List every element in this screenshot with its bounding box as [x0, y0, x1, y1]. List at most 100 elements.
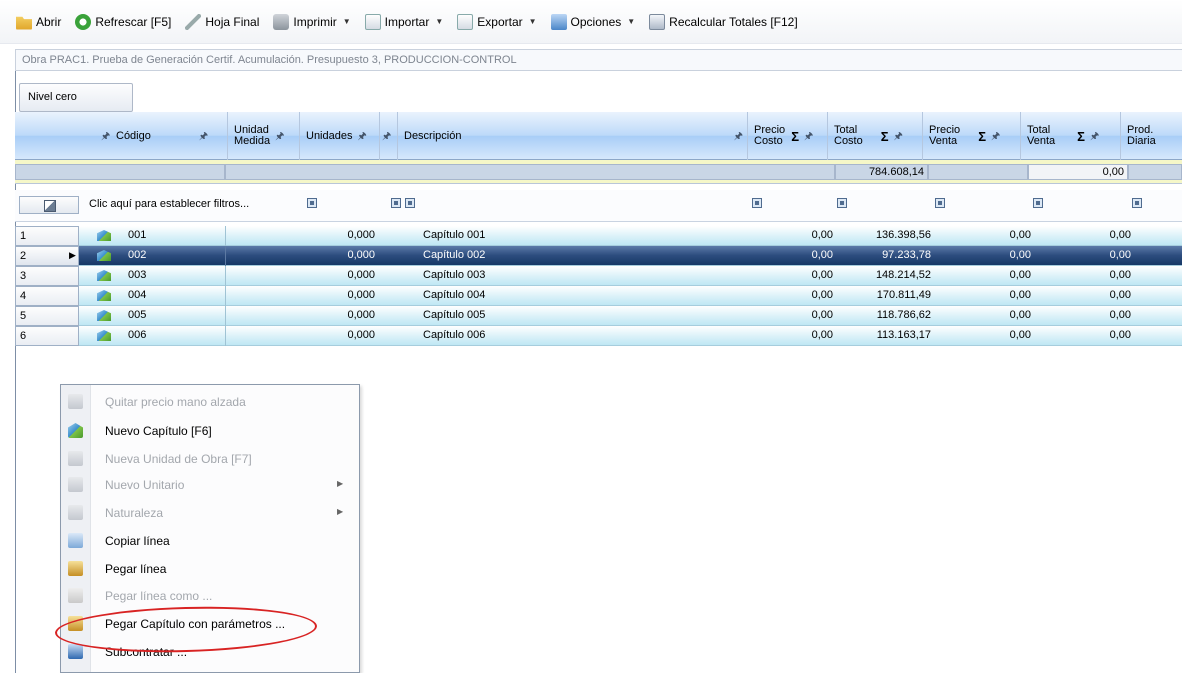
cell-precio-costo[interactable]: 0,00 [785, 289, 833, 301]
pin-icon[interactable]: 🖈 [275, 131, 284, 142]
header-descripcion[interactable]: Descripción 🖈 [398, 112, 748, 160]
cell-codigo[interactable]: 001 [128, 229, 146, 241]
table-row-selected[interactable]: 2 ▶ 002 0,000 Capítulo 002 0,00 97.233,7… [15, 246, 1182, 266]
cell-descripcion[interactable]: Capítulo 002 [423, 249, 485, 261]
cell-total-costo[interactable]: 148.214,52 [845, 269, 931, 281]
refresh-button[interactable]: Refrescar [F5] [71, 12, 175, 32]
table-row[interactable]: 6 006 0,000 Capítulo 006 0,00 113.163,17… [15, 326, 1182, 346]
pin-icon[interactable]: 🖈 [734, 131, 743, 142]
level-zero-button[interactable]: Nivel cero [19, 83, 133, 112]
menu-item-pegar-linea[interactable]: Pegar línea [61, 558, 359, 580]
cell-descripcion[interactable]: Capítulo 006 [423, 329, 485, 341]
cell-total-venta[interactable]: 0,00 [1083, 249, 1131, 261]
cell-unidades[interactable]: 0,000 [320, 329, 375, 341]
header-prod-diaria[interactable]: Prod. Diaria [1121, 112, 1182, 160]
cell-precio-costo[interactable]: 0,00 [785, 329, 833, 341]
filter-box-icon[interactable] [391, 198, 401, 208]
cell-precio-costo[interactable]: 0,00 [785, 249, 833, 261]
row-number[interactable]: 1 [15, 226, 79, 246]
cell-unidades[interactable]: 0,000 [320, 249, 375, 261]
menu-item-pegar-capitulo-parametros[interactable]: Pegar Capítulo con parámetros ... [61, 613, 359, 635]
header-codigo[interactable]: Código 🖈 [110, 112, 228, 160]
header-precio-venta[interactable]: Precio Venta Σ 🖈 [923, 112, 1021, 160]
cell-total-venta[interactable]: 0,00 [1083, 329, 1131, 341]
recalculate-button[interactable]: Recalcular Totales [F12] [645, 12, 802, 32]
menu-item-nuevo-capitulo[interactable]: Nuevo Capítulo [F6] [61, 420, 359, 442]
cell-total-costo[interactable]: 113.163,17 [845, 329, 931, 341]
cell-unidades[interactable]: 0,000 [320, 229, 375, 241]
cell-total-costo[interactable]: 136.398,56 [845, 229, 931, 241]
cell-precio-venta[interactable]: 0,00 [983, 229, 1031, 241]
menu-item-quitar-precio[interactable]: Quitar precio mano alzada [61, 391, 359, 413]
table-row[interactable]: 4 004 0,000 Capítulo 004 0,00 170.811,49… [15, 286, 1182, 306]
cell-precio-venta[interactable]: 0,00 [983, 309, 1031, 321]
filter-box-icon[interactable] [837, 198, 847, 208]
cell-codigo[interactable]: 003 [128, 269, 146, 281]
header-precio-costo[interactable]: Precio Costo Σ 🖈 [748, 112, 828, 160]
cell-total-venta[interactable]: 0,00 [1083, 289, 1131, 301]
cell-precio-costo[interactable]: 0,00 [785, 229, 833, 241]
cell-total-costo[interactable]: 170.811,49 [845, 289, 931, 301]
pin-icon[interactable]: 🖈 [199, 131, 208, 142]
cell-precio-venta[interactable]: 0,00 [983, 249, 1031, 261]
cell-total-venta[interactable]: 0,00 [1083, 229, 1131, 241]
cell-codigo[interactable]: 002 [128, 249, 146, 261]
menu-item-subcontratar[interactable]: Subcontratar ... [61, 641, 359, 663]
options-button[interactable]: Opciones ▼ [547, 12, 640, 32]
row-number[interactable]: 3 [15, 266, 79, 286]
pin-icon[interactable]: 🖈 [804, 131, 813, 142]
menu-item-naturaleza[interactable]: Naturaleza ▶ [61, 502, 359, 524]
pin-icon[interactable]: 🖈 [357, 131, 366, 142]
row-number[interactable]: 6 [15, 326, 79, 346]
cell-descripcion[interactable]: Capítulo 003 [423, 269, 485, 281]
header-total-venta[interactable]: Total Venta Σ 🖈 [1021, 112, 1121, 160]
header-unidad-medida[interactable]: Unidad Medida 🖈 [228, 112, 300, 160]
cell-descripcion[interactable]: Capítulo 005 [423, 309, 485, 321]
cell-total-costo[interactable]: 118.786,62 [845, 309, 931, 321]
cell-codigo[interactable]: 005 [128, 309, 146, 321]
pin-icon[interactable]: 🖈 [894, 131, 903, 142]
cell-precio-venta[interactable]: 0,00 [983, 329, 1031, 341]
cell-precio-costo[interactable]: 0,00 [785, 269, 833, 281]
row-number[interactable]: 5 [15, 306, 79, 326]
cell-total-costo[interactable]: 97.233,78 [845, 249, 931, 261]
filter-box-icon[interactable] [307, 198, 317, 208]
cell-unidades[interactable]: 0,000 [320, 269, 375, 281]
filter-box-icon[interactable] [1132, 198, 1142, 208]
row-number[interactable]: 4 [15, 286, 79, 306]
export-button[interactable]: Exportar ▼ [453, 12, 540, 32]
table-row[interactable]: 1 001 0,000 Capítulo 001 0,00 136.398,56… [15, 226, 1182, 246]
pin-icon[interactable]: 🖈 [991, 131, 1000, 142]
cell-total-venta[interactable]: 0,00 [1083, 309, 1131, 321]
header-total-costo[interactable]: Total Costo Σ 🖈 [828, 112, 923, 160]
menu-item-copiar-linea[interactable]: Copiar línea [61, 530, 359, 552]
filter-hint[interactable]: Clic aquí para establecer filtros... [89, 198, 249, 210]
cell-unidades[interactable]: 0,000 [320, 309, 375, 321]
filter-box-icon[interactable] [752, 198, 762, 208]
cell-descripcion[interactable]: Capítulo 004 [423, 289, 485, 301]
sum-icon[interactable]: Σ [881, 130, 889, 143]
menu-item-nueva-unidad-obra[interactable]: Nueva Unidad de Obra [F7] [61, 448, 359, 470]
sum-icon[interactable]: Σ [978, 130, 986, 143]
cell-precio-venta[interactable]: 0,00 [983, 289, 1031, 301]
cell-descripcion[interactable]: Capítulo 001 [423, 229, 485, 241]
final-sheet-button[interactable]: Hoja Final [181, 12, 263, 32]
menu-item-pegar-linea-como[interactable]: Pegar línea como ... [61, 585, 359, 607]
table-row[interactable]: 3 003 0,000 Capítulo 003 0,00 148.214,52… [15, 266, 1182, 286]
import-button[interactable]: Importar ▼ [361, 12, 448, 32]
pin-icon[interactable]: 🖈 [1090, 131, 1099, 142]
filter-box-icon[interactable] [405, 198, 415, 208]
pin-icon[interactable]: 🖈 [382, 131, 391, 142]
pin-icon[interactable]: 🖈 [101, 131, 110, 142]
table-row[interactable]: 5 005 0,000 Capítulo 005 0,00 118.786,62… [15, 306, 1182, 326]
cell-total-venta[interactable]: 0,00 [1083, 269, 1131, 281]
cell-precio-venta[interactable]: 0,00 [983, 269, 1031, 281]
cell-precio-costo[interactable]: 0,00 [785, 309, 833, 321]
cell-unidades[interactable]: 0,000 [320, 289, 375, 301]
cell-codigo[interactable]: 004 [128, 289, 146, 301]
cell-codigo[interactable]: 006 [128, 329, 146, 341]
filter-box-icon[interactable] [1033, 198, 1043, 208]
print-button[interactable]: Imprimir ▼ [269, 12, 354, 32]
header-unidades[interactable]: Unidades 🖈 [300, 112, 380, 160]
open-button[interactable]: Abrir [12, 12, 65, 32]
